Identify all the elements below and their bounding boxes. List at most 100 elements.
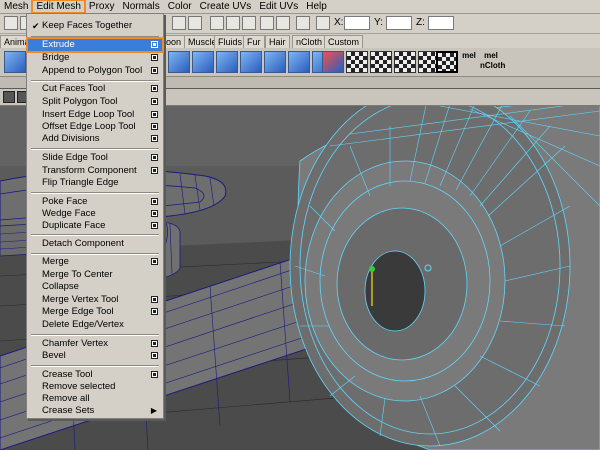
- menu-item-split-polygon-tool[interactable]: Split Polygon Tool: [28, 96, 162, 108]
- menu-item-bevel[interactable]: Bevel: [28, 350, 162, 362]
- mel-label: mel: [484, 51, 498, 60]
- option-box-icon[interactable]: [151, 258, 158, 265]
- menu-mesh[interactable]: Mesh: [0, 0, 32, 13]
- menu-color[interactable]: Color: [164, 0, 196, 13]
- menu-item-keep-faces-together[interactable]: ✔ Keep Faces Together: [28, 20, 162, 32]
- tab-fluids[interactable]: Fluids: [214, 35, 247, 48]
- menu-item-add-divisions[interactable]: Add Divisions: [28, 133, 162, 145]
- menu-edit-mesh[interactable]: Edit Mesh: [31, 0, 86, 14]
- option-box-icon[interactable]: [151, 67, 158, 74]
- mel-script-button[interactable]: mel: [458, 51, 480, 73]
- selected-cylinder-object[interactable]: [289, 106, 600, 450]
- menu-normals[interactable]: Normals: [118, 0, 163, 13]
- snap-icon-2[interactable]: [188, 16, 202, 30]
- option-box-icon[interactable]: [151, 198, 158, 205]
- uv-checker-icon[interactable]: [436, 51, 458, 73]
- tab-ncloth[interactable]: nCloth: [292, 35, 327, 48]
- menu-proxy[interactable]: Proxy: [85, 0, 119, 13]
- option-box-icon[interactable]: [151, 167, 158, 174]
- checkmark-icon: ✔: [32, 21, 40, 31]
- menu-item-duplicate-face[interactable]: Duplicate Face: [28, 220, 162, 232]
- menu-item-slide-edge-tool[interactable]: Slide Edge Tool: [28, 152, 162, 164]
- menu-item-bridge[interactable]: Bridge: [28, 52, 162, 64]
- transform-icon[interactable]: [316, 16, 330, 30]
- x-field[interactable]: [344, 16, 370, 30]
- option-box-icon[interactable]: [151, 210, 158, 217]
- menu-create-uvs[interactable]: Create UVs: [196, 0, 256, 13]
- menu-item-cut-faces-tool[interactable]: Cut Faces Tool: [28, 83, 162, 95]
- menu-item-label: Transform Component: [42, 165, 137, 176]
- poly-tool-icon[interactable]: [216, 51, 238, 73]
- menu-item-label: Add Divisions: [42, 133, 100, 144]
- option-box-icon[interactable]: [151, 54, 158, 61]
- uv-checker-icon[interactable]: [370, 51, 392, 73]
- menu-item-label: Poke Face: [42, 196, 88, 207]
- poly-tool-icon[interactable]: [4, 51, 26, 73]
- input-line-icon[interactable]: [296, 16, 310, 30]
- camera-icon[interactable]: [3, 91, 15, 103]
- poly-tool-icon[interactable]: [288, 51, 310, 73]
- menu-separator: [31, 148, 159, 150]
- option-box-icon[interactable]: [151, 135, 158, 142]
- menu-item-collapse[interactable]: Collapse: [28, 281, 162, 293]
- menu-item-transform-component[interactable]: Transform Component: [28, 165, 162, 177]
- menu-help[interactable]: Help: [302, 0, 331, 13]
- menu-item-extrude[interactable]: Extrude: [26, 37, 164, 53]
- render-icon[interactable]: [210, 16, 224, 30]
- mel-ncloth-button[interactable]: mel nCloth: [480, 51, 505, 73]
- menu-item-insert-edge-loop-tool[interactable]: Insert Edge Loop Tool: [28, 109, 162, 121]
- ipr-render-icon[interactable]: [242, 16, 256, 30]
- option-box-icon[interactable]: [151, 352, 158, 359]
- z-field[interactable]: [428, 16, 454, 30]
- menu-item-merge-to-center[interactable]: Merge To Center: [28, 269, 162, 281]
- menu-item-detach-component[interactable]: Detach Component: [28, 238, 162, 250]
- tab-toon[interactable]: oon: [162, 35, 186, 48]
- poly-tool-icon[interactable]: [240, 51, 262, 73]
- option-box-icon[interactable]: [151, 98, 158, 105]
- menu-item-append-to-polygon-tool[interactable]: Append to Polygon Tool: [28, 65, 162, 77]
- poly-tool-icon[interactable]: [168, 51, 190, 73]
- menu-item-crease-tool[interactable]: Crease Tool: [28, 369, 162, 381]
- hypershade-icon[interactable]: [276, 16, 290, 30]
- option-box-icon[interactable]: [151, 154, 158, 161]
- menu-item-label: Keep Faces Together: [42, 20, 133, 31]
- y-field[interactable]: [386, 16, 412, 30]
- menu-item-poke-face[interactable]: Poke Face: [28, 196, 162, 208]
- option-box-icon[interactable]: [151, 308, 158, 315]
- uv-checker-icon[interactable]: [394, 51, 416, 73]
- menu-item-remove-all[interactable]: Remove all: [28, 393, 162, 405]
- menu-edit-uvs[interactable]: Edit UVs: [255, 0, 302, 13]
- menu-item-label: Merge Edge Tool: [42, 306, 114, 317]
- option-box-icon[interactable]: [151, 222, 158, 229]
- render-settings-icon[interactable]: [260, 16, 274, 30]
- menu-item-remove-selected[interactable]: Remove selected: [28, 381, 162, 393]
- uv-checker-icon[interactable]: [346, 51, 368, 73]
- menu-item-flip-triangle-edge[interactable]: Flip Triangle Edge: [28, 177, 162, 189]
- option-box-icon[interactable]: [151, 111, 158, 118]
- menu-item-delete-edge-vertex[interactable]: Delete Edge/Vertex: [28, 319, 162, 331]
- option-box-icon[interactable]: [151, 85, 158, 92]
- extrude-tool-icon[interactable]: [322, 51, 344, 73]
- menu-item-merge[interactable]: Merge: [28, 256, 162, 268]
- menu-item-crease-sets[interactable]: Crease Sets ▶: [28, 405, 162, 417]
- poly-tool-icon[interactable]: [192, 51, 214, 73]
- snap-icon[interactable]: [172, 16, 186, 30]
- option-box-icon[interactable]: [151, 41, 158, 48]
- render-icon-2[interactable]: [226, 16, 240, 30]
- poly-tool-icon[interactable]: [264, 51, 286, 73]
- menu-item-label: Merge Vertex Tool: [42, 294, 119, 305]
- option-box-icon[interactable]: [151, 371, 158, 378]
- menu-item-merge-vertex-tool[interactable]: Merge Vertex Tool: [28, 294, 162, 306]
- option-box-icon[interactable]: [151, 123, 158, 130]
- option-box-icon[interactable]: [151, 340, 158, 347]
- tab-hair[interactable]: Hair: [265, 35, 290, 48]
- menu-item-chamfer-vertex[interactable]: Chamfer Vertex: [28, 338, 162, 350]
- select-mode-icon[interactable]: [4, 16, 18, 30]
- menu-item-merge-edge-tool[interactable]: Merge Edge Tool: [28, 306, 162, 318]
- option-box-icon[interactable]: [151, 296, 158, 303]
- menu-item-wedge-face[interactable]: Wedge Face: [28, 208, 162, 220]
- menu-item-offset-edge-loop-tool[interactable]: Offset Edge Loop Tool: [28, 121, 162, 133]
- tab-fur[interactable]: Fur: [243, 35, 265, 48]
- z-label: Z:: [416, 17, 425, 28]
- tab-custom[interactable]: Custom: [324, 35, 364, 48]
